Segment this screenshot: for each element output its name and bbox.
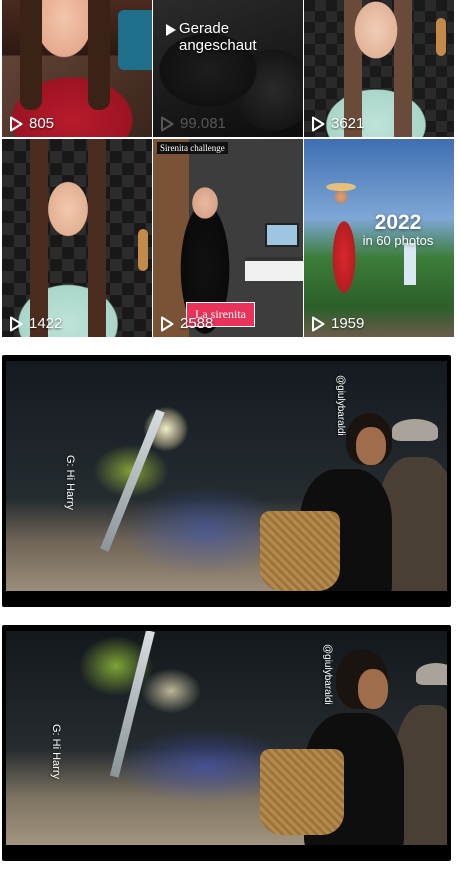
creator-handle: @giulybaraldi: [335, 375, 346, 436]
view-count-value: 805: [29, 115, 55, 132]
thumbnail-header: Sirenita challenge: [157, 142, 228, 154]
scene-detail: [356, 427, 386, 465]
video-caption: G: Hi Harry: [50, 724, 62, 779]
view-count: 805: [9, 115, 54, 132]
video-frame: G: Hi Harry @giulybaraldi: [6, 361, 447, 591]
scene-detail: [416, 663, 447, 685]
video-card[interactable]: G: Hi Harry @giulybaraldi: [2, 355, 451, 607]
watched-overlay: Gerade angeschaut: [166, 20, 303, 54]
play-icon: [10, 116, 23, 131]
scene-detail: [109, 631, 155, 778]
video-grid: 805 Gerade angeschaut 99.081 3621 1422 S…: [2, 0, 454, 338]
creator-handle: @giulybaraldi: [322, 644, 333, 705]
thumbnail-headline: 2022: [374, 211, 422, 234]
view-count-value: 2588: [180, 315, 214, 332]
thumbnail-detail: [245, 257, 303, 281]
video-frame: G: Hi Harry @giulybaraldi: [6, 631, 447, 845]
scene-detail: [100, 409, 165, 552]
scene-detail: [392, 419, 438, 441]
video-tile[interactable]: 1422: [2, 139, 152, 337]
video-caption: G: Hi Harry: [64, 455, 76, 510]
thumbnail-detail: [138, 229, 148, 271]
play-icon: [312, 116, 325, 131]
play-icon: [161, 116, 174, 131]
thumbnail-detail: [20, 0, 42, 110]
video-tile-watched[interactable]: Gerade angeschaut 99.081: [153, 0, 303, 137]
thumbnail-detail: [265, 223, 299, 247]
view-count-value: 1422: [29, 315, 63, 332]
video-card[interactable]: G: Hi Harry @giulybaraldi: [2, 625, 451, 861]
view-count: 3621: [311, 115, 364, 132]
play-icon: [166, 24, 176, 36]
thumbnail-detail: [436, 18, 446, 56]
view-count: 1959: [311, 315, 364, 332]
thumbnail-detail: [118, 10, 152, 70]
thumbnail-detail: [404, 243, 416, 285]
scene-detail: [260, 749, 344, 835]
video-thumbnail: [2, 139, 152, 337]
video-tile[interactable]: 3621: [304, 0, 454, 137]
play-icon: [161, 316, 174, 331]
view-count: 1422: [9, 315, 62, 332]
scene-detail: [358, 669, 388, 709]
view-count: 2588: [160, 315, 213, 332]
play-icon: [312, 316, 325, 331]
view-count-value: 3621: [331, 115, 365, 132]
video-tile[interactable]: 805: [2, 0, 152, 137]
view-count: 99.081: [160, 115, 226, 132]
play-icon: [10, 316, 23, 331]
video-tile[interactable]: Sirenita challenge La sirenita 2588: [153, 139, 303, 337]
watched-label: Gerade angeschaut: [179, 20, 257, 54]
thumbnail-detail: [326, 183, 356, 191]
thumbnail-subline: in 60 photos: [362, 233, 434, 248]
thumbnail-detail: [88, 0, 110, 110]
video-tile[interactable]: 2022 in 60 photos 1959: [304, 139, 454, 337]
view-count-value: 1959: [331, 315, 365, 332]
view-count-value: 99.081: [180, 115, 226, 132]
scene-detail: [260, 511, 340, 591]
